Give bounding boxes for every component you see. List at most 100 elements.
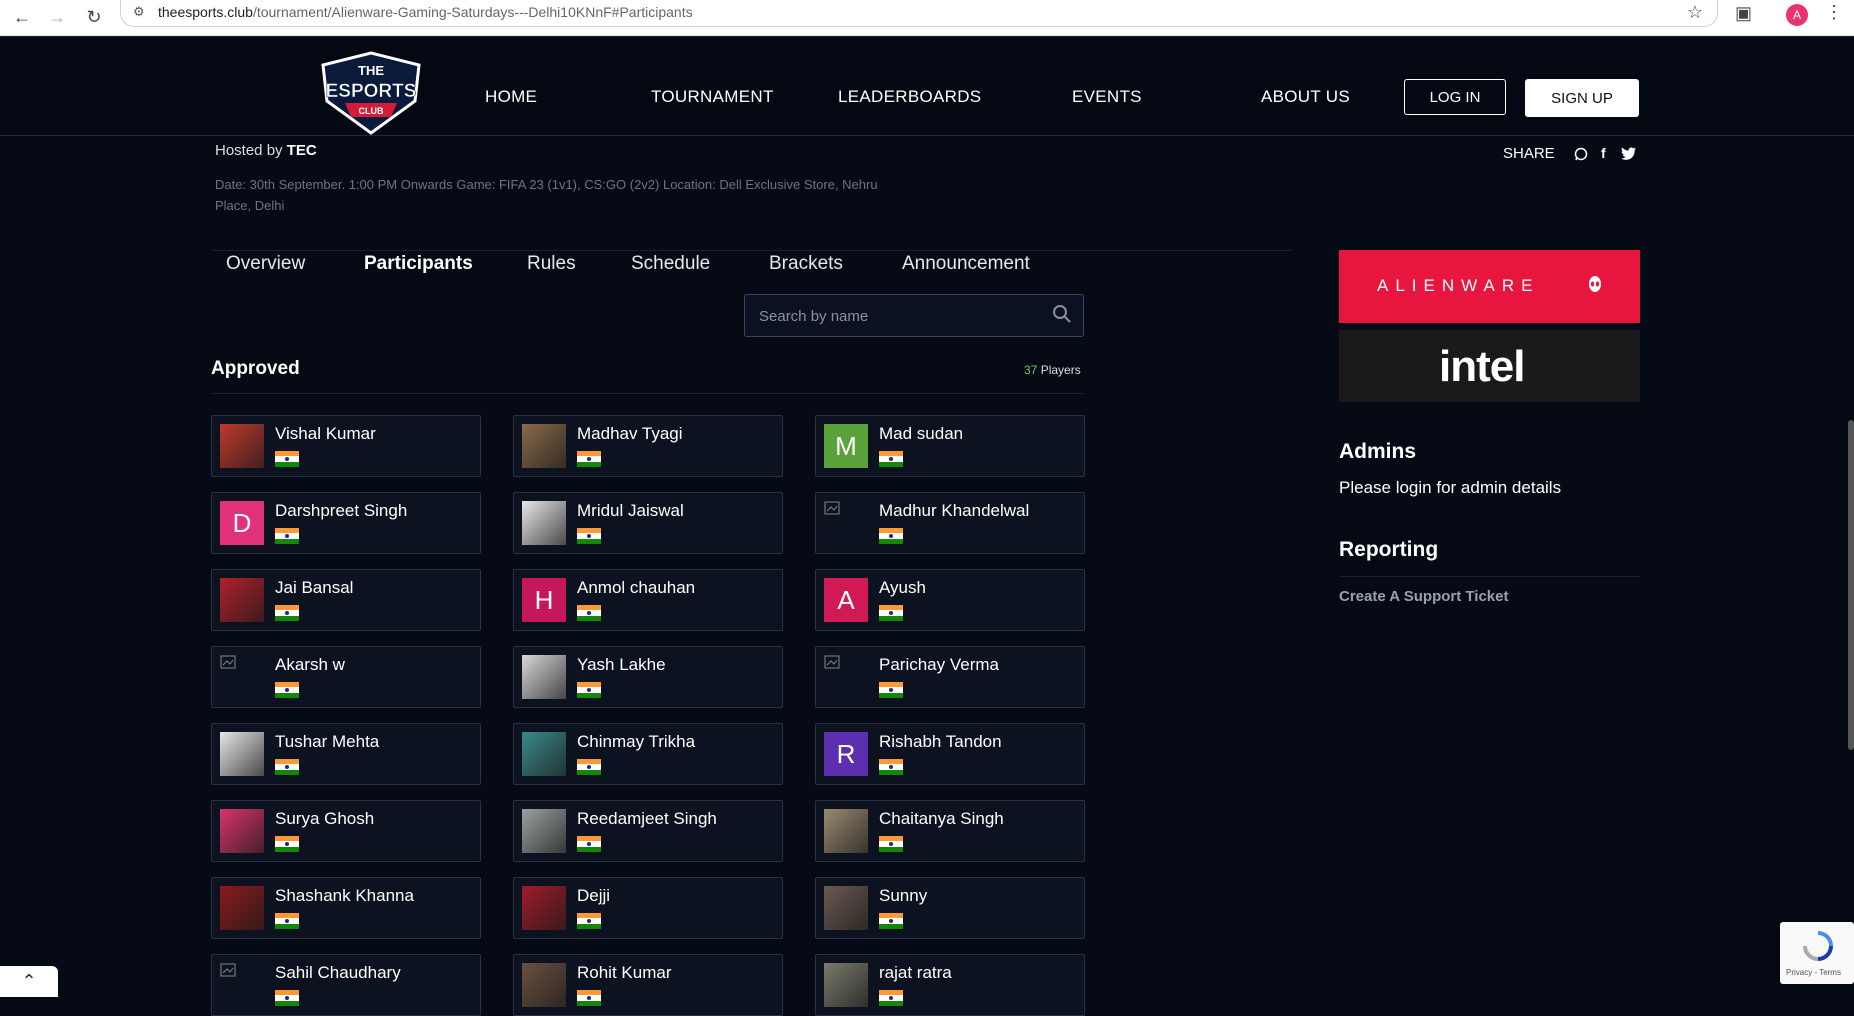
hosted-by: Hosted by TEC (215, 142, 317, 159)
whatsapp-icon[interactable] (1574, 147, 1588, 161)
browser-menu-icon[interactable]: ⋮ (1825, 2, 1843, 23)
india-flag-icon (577, 990, 601, 1006)
tab-schedule[interactable]: Schedule (631, 253, 710, 275)
participant-name[interactable]: Ayush (879, 578, 926, 598)
participant-card[interactable]: Sunny (815, 877, 1085, 939)
nav-leaderboards[interactable]: LEADERBOARDS (838, 87, 981, 107)
url-text[interactable]: theesports.club/tournament/Alienware-Gam… (158, 4, 693, 20)
participant-card[interactable]: Jai Bansal (211, 569, 481, 631)
avatar (522, 501, 566, 545)
participant-card[interactable]: A Ayush (815, 569, 1085, 631)
participant-card[interactable]: M Mad sudan (815, 415, 1085, 477)
site-settings-icon[interactable]: ⚙ (133, 4, 145, 20)
approved-heading: Approved (211, 358, 300, 379)
tab-participants[interactable]: Participants (364, 253, 473, 275)
broken-image-icon (220, 655, 264, 699)
india-flag-icon (275, 913, 299, 929)
back-icon[interactable]: ← (10, 5, 34, 29)
participant-name[interactable]: Madhav Tyagi (577, 424, 683, 444)
participant-name[interactable]: Anmol chauhan (577, 578, 695, 598)
nav-events[interactable]: EVENTS (1072, 87, 1142, 107)
india-flag-icon (275, 605, 299, 621)
participant-name[interactable]: Chaitanya Singh (879, 809, 1004, 829)
reload-icon[interactable]: ↻ (82, 5, 106, 29)
participant-card[interactable]: Yash Lakhe (513, 646, 783, 708)
participant-name[interactable]: Darshpreet Singh (275, 501, 407, 521)
participant-name[interactable]: Sunny (879, 886, 927, 906)
participant-name[interactable]: Shashank Khanna (275, 886, 414, 906)
india-flag-icon (879, 605, 903, 621)
search-input[interactable] (757, 303, 1041, 329)
nav-home[interactable]: HOME (485, 87, 537, 107)
participant-card[interactable]: Dejji (513, 877, 783, 939)
participant-card[interactable]: Reedamjeet Singh (513, 800, 783, 862)
facebook-icon[interactable]: f (1601, 145, 1606, 161)
participant-name[interactable]: Reedamjeet Singh (577, 809, 717, 829)
participant-name[interactable]: Dejji (577, 886, 610, 906)
bookmark-star-icon[interactable]: ☆ (1687, 2, 1703, 23)
participant-name[interactable]: Mridul Jaiswal (577, 501, 684, 521)
participant-name[interactable]: Rohit Kumar (577, 963, 671, 983)
participant-name[interactable]: rajat ratra (879, 963, 952, 983)
participant-name[interactable]: Yash Lakhe (577, 655, 666, 675)
participant-name[interactable]: Parichay Verma (879, 655, 999, 675)
participant-name[interactable]: Mad sudan (879, 424, 963, 444)
svg-text:CLUB: CLUB (359, 106, 384, 116)
participant-card[interactable]: Chaitanya Singh (815, 800, 1085, 862)
participant-card[interactable]: Vishal Kumar (211, 415, 481, 477)
captcha-terms[interactable]: Privacy - Terms (1786, 968, 1841, 977)
participant-card[interactable]: Rohit Kumar (513, 954, 783, 1016)
alienware-sponsor-banner[interactable]: ALIENWARE (1339, 250, 1640, 323)
esports-club-logo[interactable]: THE ESPORTS CLUB (315, 51, 427, 135)
participant-name[interactable]: Tushar Mehta (275, 732, 379, 752)
participant-name[interactable]: Surya Ghosh (275, 809, 374, 829)
participant-name[interactable]: Madhur Khandelwal (879, 501, 1029, 521)
tab-rules[interactable]: Rules (527, 253, 576, 275)
participant-card[interactable]: Madhur Khandelwal (815, 492, 1085, 554)
participant-card[interactable]: Shashank Khanna (211, 877, 481, 939)
intel-sponsor-banner[interactable]: intel (1339, 330, 1640, 402)
participant-card[interactable]: Chinmay Trikha (513, 723, 783, 785)
login-button[interactable]: LOG IN (1404, 79, 1506, 115)
forward-icon[interactable]: → (45, 5, 69, 29)
avatar (824, 963, 868, 1007)
address-bar[interactable]: ⚙ theesports.club/tournament/Alienware-G… (120, 0, 1718, 27)
browser-toolbar: ← → ↻ ⚙ theesports.club/tournament/Alien… (0, 0, 1854, 36)
participant-name[interactable]: Chinmay Trikha (577, 732, 695, 752)
india-flag-icon (577, 913, 601, 929)
support-ticket-link[interactable]: Create A Support Ticket (1339, 588, 1508, 605)
participant-card[interactable]: Sahil Chaudhary (211, 954, 481, 1016)
host-name[interactable]: TEC (287, 142, 317, 159)
signup-button[interactable]: SIGN UP (1525, 79, 1639, 117)
participant-card[interactable]: Akarsh w (211, 646, 481, 708)
twitter-icon[interactable] (1621, 147, 1636, 160)
participant-card[interactable]: Parichay Verma (815, 646, 1085, 708)
search-icon[interactable] (1051, 303, 1073, 325)
tab-overview[interactable]: Overview (226, 253, 305, 275)
tab-announcement[interactable]: Announcement (902, 253, 1030, 275)
india-flag-icon (879, 913, 903, 929)
recaptcha-badge[interactable]: Privacy - Terms (1780, 922, 1854, 984)
tab-brackets[interactable]: Brackets (769, 253, 843, 275)
nav-tournament[interactable]: TOURNAMENT (651, 87, 774, 107)
participant-card[interactable]: Tushar Mehta (211, 723, 481, 785)
site-header: THE ESPORTS CLUB HOME TOURNAMENT LEADERB… (0, 36, 1854, 136)
participant-card[interactable]: rajat ratra (815, 954, 1085, 1016)
page-scrollbar[interactable] (1848, 420, 1854, 750)
participant-card[interactable]: R Rishabh Tandon (815, 723, 1085, 785)
nav-about-us[interactable]: ABOUT US (1261, 87, 1350, 107)
participant-card[interactable]: Surya Ghosh (211, 800, 481, 862)
extensions-icon[interactable]: ▣ (1735, 3, 1752, 24)
profile-avatar[interactable]: A (1786, 4, 1808, 26)
recaptcha-icon (1803, 931, 1833, 961)
participant-card[interactable]: Mridul Jaiswal (513, 492, 783, 554)
participant-card[interactable]: Madhav Tyagi (513, 415, 783, 477)
participant-name[interactable]: Vishal Kumar (275, 424, 376, 444)
participant-name[interactable]: Rishabh Tandon (879, 732, 1002, 752)
participant-card[interactable]: H Anmol chauhan (513, 569, 783, 631)
participant-name[interactable]: Jai Bansal (275, 578, 353, 598)
scroll-to-top-button[interactable]: ⌃ (0, 966, 58, 997)
participant-name[interactable]: Akarsh w (275, 655, 345, 675)
participant-name[interactable]: Sahil Chaudhary (275, 963, 401, 983)
participant-card[interactable]: D Darshpreet Singh (211, 492, 481, 554)
